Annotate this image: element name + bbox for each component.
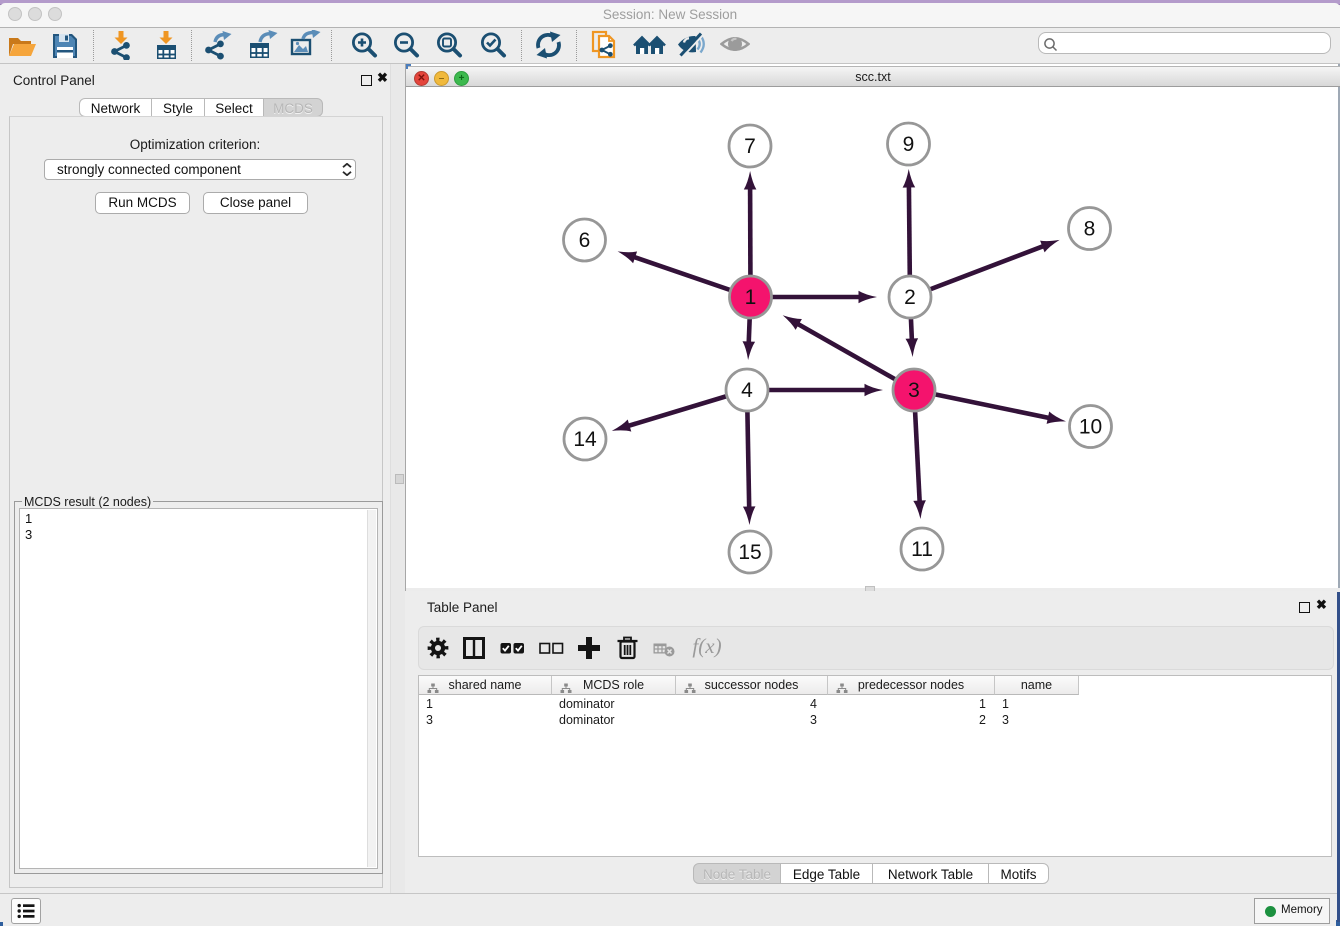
svg-text:10: 10: [1079, 416, 1102, 439]
svg-text:1: 1: [745, 286, 757, 309]
svg-text:9: 9: [903, 133, 915, 156]
svg-text:14: 14: [573, 428, 597, 451]
svg-text:8: 8: [1084, 218, 1096, 241]
svg-text:2: 2: [904, 286, 916, 309]
svg-text:3: 3: [908, 379, 920, 402]
svg-text:4: 4: [741, 379, 753, 402]
svg-text:7: 7: [744, 135, 756, 158]
svg-text:15: 15: [738, 541, 761, 564]
svg-text:6: 6: [579, 229, 591, 252]
svg-text:11: 11: [911, 538, 933, 561]
